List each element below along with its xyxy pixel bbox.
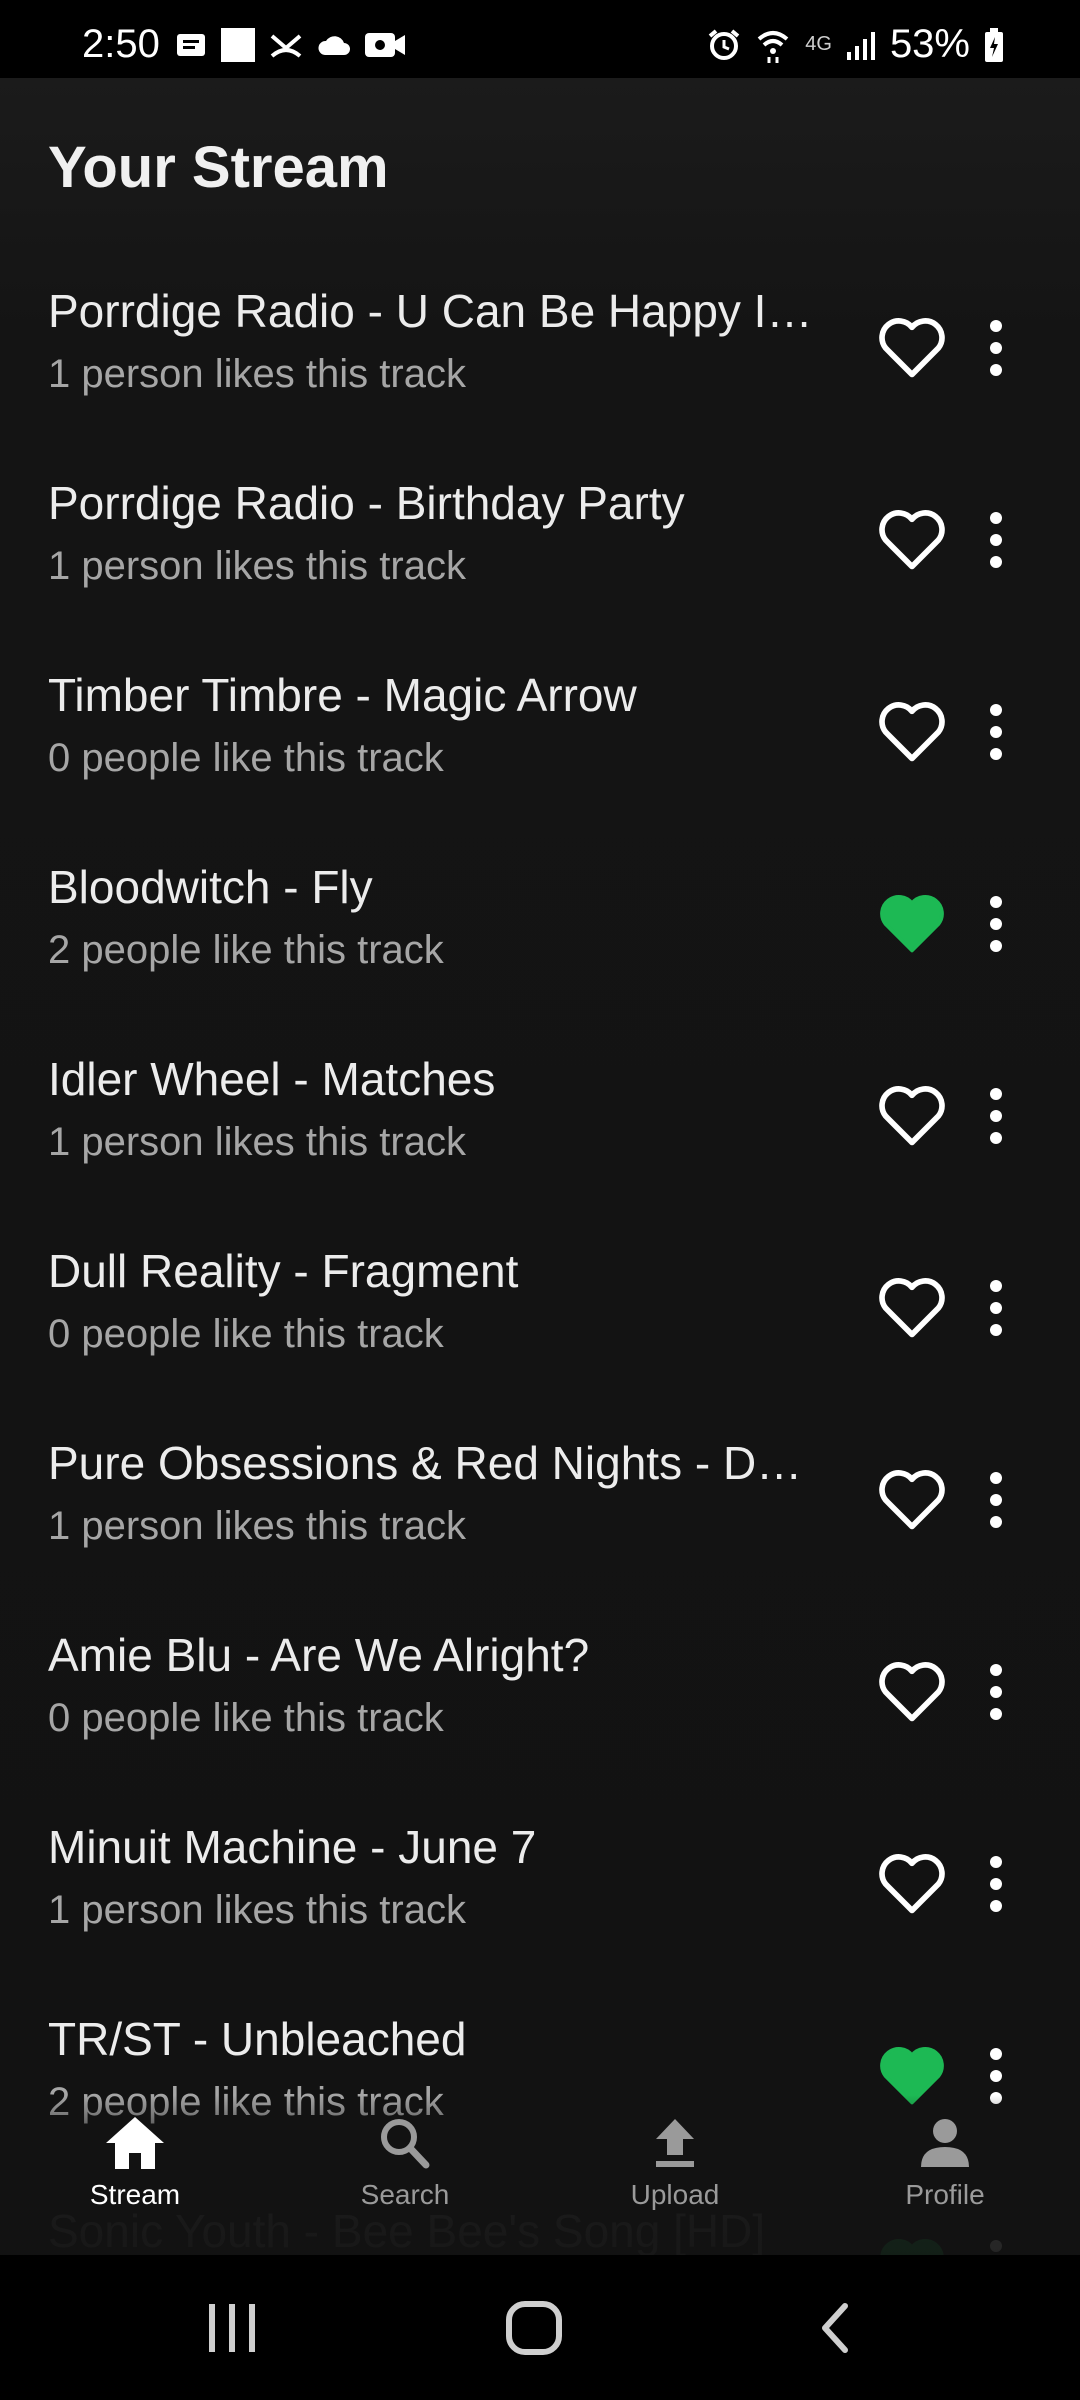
signal-icon: [846, 31, 875, 60]
recents-button[interactable]: [205, 2300, 259, 2356]
track-title: Bloodwitch - Fly: [48, 861, 373, 913]
more-options-icon[interactable]: [980, 1084, 1012, 1148]
heart-outline-icon[interactable]: [876, 1468, 948, 1534]
track-likes-count: 2 people like this track: [48, 928, 444, 972]
track-title: Minuit Machine - June 7: [48, 1821, 537, 1873]
heart-outline-icon[interactable]: [876, 1084, 948, 1150]
heart-outline-icon[interactable]: [876, 1276, 948, 1342]
track-row[interactable]: Idler Wheel - Matches 1 person likes this…: [0, 1018, 1080, 1210]
track-likes-count: 0 people like this track: [48, 1312, 444, 1356]
more-options-icon[interactable]: [980, 1276, 1012, 1340]
track-title: TR/ST - Unbleached: [48, 2013, 467, 2065]
track-title: Pure Obsessions & Red Nights - Desire: [48, 1437, 818, 1489]
track-likes-count: 1 person likes this track: [48, 352, 466, 396]
nav-stream[interactable]: Stream: [35, 2115, 235, 2211]
upload-icon: [656, 2119, 694, 2167]
heart-outline-icon[interactable]: [876, 1852, 948, 1918]
more-options-icon[interactable]: [980, 700, 1012, 764]
page-title: Your Stream: [48, 135, 389, 200]
heart-outline-icon[interactable]: [876, 700, 948, 766]
status-time: 2:50: [82, 22, 160, 66]
track-title: Amie Blu - Are We Alright?: [48, 1629, 590, 1681]
heart-filled-icon[interactable]: [876, 892, 948, 958]
square-icon: [221, 28, 255, 62]
video-icon: [365, 33, 405, 57]
track-likes-count: 1 person likes this track: [48, 544, 466, 588]
more-options-icon[interactable]: [980, 1468, 1012, 1532]
more-options-icon[interactable]: [980, 1852, 1012, 1916]
person-icon: [921, 2119, 969, 2167]
track-row[interactable]: Amie Blu - Are We Alright? 0 people like …: [0, 1594, 1080, 1786]
message-icon: [177, 34, 205, 56]
back-button[interactable]: [815, 2300, 855, 2356]
track-row[interactable]: Pure Obsessions & Red Nights - Desire 1 p…: [0, 1402, 1080, 1594]
nav-search-label: Search: [360, 2179, 450, 2210]
track-likes-count: 1 person likes this track: [48, 1504, 466, 1548]
track-row[interactable]: Porrdige Radio - U Can Be Happy If You W…: [0, 250, 1080, 442]
cloud-icon: [318, 36, 350, 55]
network-type: 4G: [805, 33, 832, 55]
more-options-icon[interactable]: [980, 508, 1012, 572]
track-likes-count: 1 person likes this track: [48, 1888, 466, 1932]
more-options-icon[interactable]: [980, 316, 1012, 380]
track-row[interactable]: Porrdige Radio - Birthday Party 1 person …: [0, 442, 1080, 634]
track-likes-count: 1 person likes this track: [48, 1120, 466, 1164]
wifi-icon: [757, 30, 789, 63]
track-title: Dull Reality - Fragment: [48, 1245, 519, 1297]
track-row[interactable]: Dull Reality - Fragment 0 people like thi…: [0, 1210, 1080, 1402]
track-title: Porrdige Radio - U Can Be Happy If You W…: [48, 285, 818, 337]
track-list: Porrdige Radio - U Can Be Happy If You W…: [0, 250, 1080, 2362]
nav-stream-label: Stream: [89, 2179, 181, 2210]
home-icon: [106, 2117, 164, 2169]
track-row[interactable]: Minuit Machine - June 7 1 person likes th…: [0, 1786, 1080, 1978]
alarm-icon: [708, 28, 740, 60]
nav-search[interactable]: Search: [305, 2115, 505, 2211]
track-title: Idler Wheel - Matches: [48, 1053, 496, 1105]
heart-outline-icon[interactable]: [876, 508, 948, 574]
status-bar: 2:50 4G 53%: [0, 0, 1080, 78]
bottom-navigation: Stream Search Upload Profile: [0, 2095, 1080, 2255]
heart-outline-icon[interactable]: [876, 316, 948, 382]
nav-upload[interactable]: Upload: [575, 2115, 775, 2211]
track-likes-count: 0 people like this track: [48, 736, 444, 780]
track-title: Porrdige Radio - Birthday Party: [48, 477, 685, 529]
system-navigation-bar: [0, 2255, 1080, 2400]
track-row[interactable]: Timber Timbre - Magic Arrow 0 people like…: [0, 634, 1080, 826]
nav-profile[interactable]: Profile: [845, 2115, 1045, 2211]
battery-icon: [985, 27, 1003, 62]
heart-outline-icon[interactable]: [876, 1660, 948, 1726]
search-icon: [381, 2119, 430, 2169]
track-row[interactable]: Bloodwitch - Fly 2 people like this track: [0, 826, 1080, 1018]
more-options-icon[interactable]: [980, 892, 1012, 956]
track-likes-count: 0 people like this track: [48, 1696, 444, 1740]
more-options-icon[interactable]: [980, 1660, 1012, 1724]
nav-upload-label: Upload: [630, 2179, 720, 2210]
battery-percent: 53%: [889, 22, 970, 66]
nav-profile-label: Profile: [905, 2179, 985, 2210]
home-button[interactable]: [505, 2300, 563, 2356]
missed-call-icon: [270, 34, 302, 58]
track-title: Timber Timbre - Magic Arrow: [48, 669, 637, 721]
